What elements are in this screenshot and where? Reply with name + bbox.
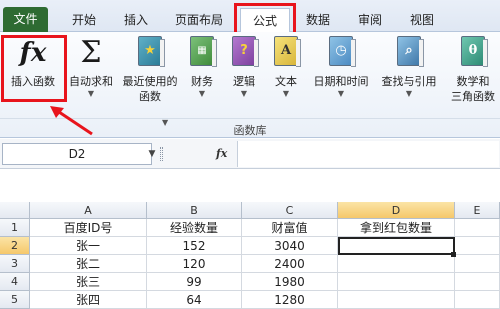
- cell-b3[interactable]: 120: [147, 255, 242, 273]
- autosum-label: 自动求和: [69, 75, 113, 88]
- column-header-a[interactable]: A: [30, 202, 147, 219]
- cell-a1[interactable]: 百度ID号: [30, 219, 147, 237]
- financial-book-icon: ▦: [187, 36, 217, 70]
- name-box[interactable]: D2: [2, 143, 152, 165]
- cell-e4[interactable]: [455, 273, 500, 291]
- cell-b1[interactable]: 经验数量: [147, 219, 242, 237]
- lookup-reference-button[interactable]: ⌕ 查找与引用 ▼: [374, 36, 444, 99]
- tab-page-layout[interactable]: 页面布局: [164, 8, 234, 32]
- cell-a5[interactable]: 张四: [30, 291, 147, 309]
- column-header-b[interactable]: B: [147, 202, 242, 219]
- column-header-e[interactable]: E: [455, 202, 500, 219]
- tab-view[interactable]: 视图: [398, 8, 446, 32]
- row-header[interactable]: 3: [0, 255, 30, 273]
- cell-c5[interactable]: 1280: [242, 291, 338, 309]
- datetime-label: 日期和时间: [313, 75, 369, 88]
- spreadsheet-grid: A B C D E 1 百度ID号 经验数量 财富值 拿到红包数量 2 张一 1…: [0, 202, 500, 309]
- chevron-down-icon: ▼: [282, 89, 290, 98]
- cell-d3[interactable]: [338, 255, 455, 273]
- column-header-d[interactable]: D: [338, 202, 455, 219]
- insert-function-fx-icon[interactable]: fx: [216, 143, 236, 165]
- row-header[interactable]: 2: [0, 237, 30, 255]
- text-book-icon: A: [271, 36, 301, 70]
- cell-b5[interactable]: 64: [147, 291, 242, 309]
- cell-d1[interactable]: 拿到红包数量: [338, 219, 455, 237]
- blank-area: [0, 170, 500, 202]
- cell-b4[interactable]: 99: [147, 273, 242, 291]
- recently-used-label-1: 最近使用的: [122, 75, 178, 88]
- magnifier-book-icon: ⌕: [394, 36, 424, 70]
- splitter-handle[interactable]: [160, 147, 163, 161]
- cell-a3[interactable]: 张二: [30, 255, 147, 273]
- financial-button[interactable]: ▦ 财务 ▼: [184, 36, 220, 99]
- chevron-down-icon: ▼: [405, 89, 413, 98]
- math-label-2: 三角函数: [451, 90, 495, 103]
- cell-d2-active[interactable]: [338, 237, 455, 255]
- column-header-c[interactable]: C: [242, 202, 338, 219]
- theta-book-icon: θ: [458, 36, 488, 70]
- tab-file[interactable]: 文件: [3, 7, 48, 32]
- cell-e2[interactable]: [455, 237, 500, 255]
- chevron-down-icon: ▼: [87, 89, 95, 98]
- name-box-dropdown-icon[interactable]: ▼: [145, 143, 159, 165]
- cell-c4[interactable]: 1980: [242, 273, 338, 291]
- sigma-icon: Σ: [80, 35, 102, 70]
- cell-c1[interactable]: 财富值: [242, 219, 338, 237]
- logical-button[interactable]: ? 逻辑 ▼: [226, 36, 262, 99]
- financial-label: 财务: [191, 75, 213, 88]
- tab-data[interactable]: 数据: [294, 8, 342, 32]
- row-header[interactable]: 4: [0, 273, 30, 291]
- cell-a4[interactable]: 张三: [30, 273, 147, 291]
- formula-bar: D2 ▼ fx: [0, 139, 500, 169]
- cell-e5[interactable]: [455, 291, 500, 309]
- row-header[interactable]: 5: [0, 291, 30, 309]
- text-label: 文本: [275, 75, 297, 88]
- cell-e3[interactable]: [455, 255, 500, 273]
- cell-d5[interactable]: [338, 291, 455, 309]
- cell-a2[interactable]: 张一: [30, 237, 147, 255]
- tab-home[interactable]: 开始: [60, 8, 108, 32]
- tab-review[interactable]: 审阅: [346, 8, 394, 32]
- math-trig-button[interactable]: θ 数学和 三角函数: [446, 36, 500, 104]
- recently-used-label-2: 函数: [139, 90, 161, 103]
- logical-label: 逻辑: [233, 75, 255, 88]
- formula-input[interactable]: [237, 141, 499, 167]
- cell-e1[interactable]: [455, 219, 500, 237]
- select-all-corner[interactable]: [0, 202, 30, 219]
- autosum-button[interactable]: Σ 自动求和 ▼: [66, 36, 116, 99]
- chevron-down-icon: ▼: [240, 89, 248, 98]
- fill-handle[interactable]: [451, 252, 456, 257]
- datetime-button[interactable]: ◷ 日期和时间 ▼: [308, 36, 374, 99]
- cell-d4[interactable]: [338, 273, 455, 291]
- row-header[interactable]: 1: [0, 219, 30, 237]
- recently-used-button[interactable]: ★ 最近使用的 函数 ▼: [118, 36, 182, 127]
- insert-function-highlight: [1, 35, 67, 102]
- star-book-icon: ★: [135, 36, 165, 70]
- chevron-down-icon: ▼: [337, 89, 345, 98]
- question-book-icon: ?: [229, 36, 259, 70]
- lookup-label: 查找与引用: [381, 75, 437, 88]
- chevron-down-icon: ▼: [198, 89, 206, 98]
- clock-book-icon: ◷: [326, 36, 356, 70]
- tab-insert[interactable]: 插入: [112, 8, 160, 32]
- text-button[interactable]: A 文本 ▼: [268, 36, 304, 99]
- cell-c3[interactable]: 2400: [242, 255, 338, 273]
- cell-c2[interactable]: 3040: [242, 237, 338, 255]
- pointer-arrow-icon: [50, 106, 93, 136]
- cell-b2[interactable]: 152: [147, 237, 242, 255]
- math-label-1: 数学和: [456, 75, 490, 88]
